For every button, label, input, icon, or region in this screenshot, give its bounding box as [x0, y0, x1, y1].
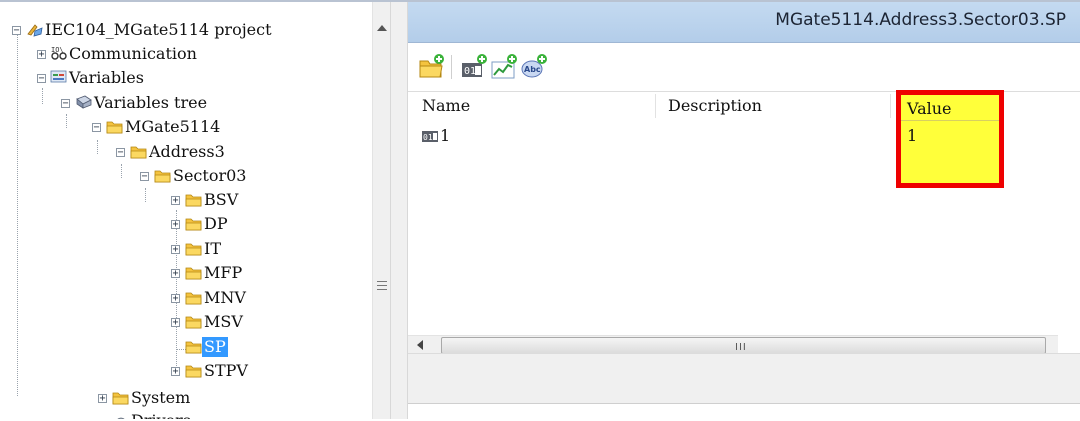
- folder-icon: [185, 243, 202, 256]
- folder-icon: [185, 218, 202, 231]
- folder-icon: [185, 194, 202, 207]
- tree-connector: [17, 26, 18, 396]
- tree-item-label: System: [131, 388, 191, 407]
- expand-toggle-icon[interactable]: +: [171, 245, 180, 255]
- tree-item-label: MSV: [204, 312, 243, 331]
- folder-icon: [154, 170, 171, 183]
- drivers-icon: [117, 417, 125, 419]
- folder-icon: [106, 121, 123, 134]
- tree-item-label-selected: SP: [202, 337, 228, 357]
- folder-icon: [185, 292, 202, 305]
- svg-text:Abc: Abc: [524, 65, 541, 74]
- panel-footer: [408, 353, 1080, 421]
- expand-toggle-icon[interactable]: +: [171, 220, 180, 230]
- panel-toolbar: 01 Abc: [408, 43, 1080, 91]
- tree-item-label: Variables tree: [94, 93, 208, 112]
- pane-splitter[interactable]: [390, 2, 408, 419]
- tree-item-label: Communication: [69, 44, 197, 63]
- scrollbar-grip-icon[interactable]: [377, 281, 387, 293]
- folder-icon: [130, 146, 147, 159]
- value-column-highlight: Value 1: [896, 90, 1004, 188]
- svg-text:01: 01: [423, 133, 433, 142]
- header-divider: [901, 120, 999, 121]
- tree-item-label: BSV: [204, 190, 239, 209]
- scrollbar-thumb[interactable]: III: [441, 337, 1046, 354]
- expand-toggle-icon[interactable]: +: [171, 269, 180, 279]
- column-header-name[interactable]: Name: [422, 92, 470, 120]
- new-text-icon[interactable]: Abc: [520, 53, 548, 81]
- tree-connector: [145, 188, 146, 202]
- collapse-toggle-icon[interactable]: −: [37, 74, 46, 84]
- folder-icon: [185, 267, 202, 280]
- tree-item-label: Sector03: [173, 166, 247, 185]
- list-horizontal-scrollbar[interactable]: III: [408, 335, 1058, 354]
- tree-connector: [97, 140, 98, 154]
- new-variable-icon[interactable]: 01: [460, 53, 488, 81]
- folder-icon: [112, 392, 129, 405]
- collapse-toggle-icon[interactable]: −: [61, 99, 70, 109]
- footer-field: [408, 403, 1080, 421]
- new-folder-icon[interactable]: [417, 53, 445, 81]
- folder-icon: [185, 365, 202, 378]
- tree-item-label: Variables: [69, 68, 144, 87]
- collapse-toggle-icon[interactable]: −: [12, 26, 21, 36]
- panel-title: MGate5114.Address3.Sector03.SP: [775, 10, 1066, 30]
- tree-item-label: Address3: [149, 142, 225, 161]
- column-divider[interactable]: [890, 94, 891, 118]
- expand-toggle-icon[interactable]: +: [98, 394, 107, 404]
- svg-text:01: 01: [464, 66, 476, 77]
- expand-toggle-icon[interactable]: +: [171, 318, 180, 328]
- column-divider[interactable]: [655, 94, 656, 118]
- new-chart-icon[interactable]: [490, 53, 518, 81]
- tree-item-label: MFP: [204, 263, 243, 282]
- tree-item-label: IT: [204, 239, 221, 258]
- row-name: 1: [440, 126, 451, 145]
- folder-icon: [185, 316, 202, 329]
- tree-item-label: MNV: [204, 288, 246, 307]
- tree-connector: [42, 88, 43, 104]
- collapse-toggle-icon[interactable]: −: [116, 148, 125, 158]
- variables-tree-icon: [76, 95, 92, 109]
- tree-item-label: IEC104_MGate5114 project: [45, 20, 272, 39]
- scroll-left-arrow-icon[interactable]: [417, 340, 423, 350]
- toolbar-separator: [451, 55, 452, 79]
- project-icon: [27, 24, 43, 37]
- panel-title-bar: MGate5114.Address3.Sector03.SP: [408, 2, 1080, 43]
- tree-connector: [66, 114, 67, 128]
- scroll-up-arrow-icon[interactable]: [377, 25, 387, 31]
- tree-item-label: STPV: [204, 361, 248, 380]
- column-header-description[interactable]: Description: [668, 92, 762, 120]
- variable-panel: MGate5114.Address3.Sector03.SP 01 Abc Na…: [408, 2, 1080, 421]
- collapse-toggle-icon[interactable]: −: [140, 172, 149, 182]
- row-value: 1: [907, 126, 918, 145]
- collapse-toggle-icon[interactable]: −: [92, 123, 101, 133]
- tree-item-label: MGate5114: [125, 117, 221, 136]
- binary-variable-icon: 01: [422, 131, 438, 142]
- expand-toggle-icon[interactable]: +: [171, 294, 180, 304]
- column-header-value[interactable]: Value: [907, 99, 952, 119]
- scrollbar-grip-icon: III: [735, 342, 747, 353]
- expand-toggle-icon[interactable]: +: [37, 50, 46, 60]
- tree-item-label: DP: [204, 214, 228, 233]
- expand-toggle-icon[interactable]: +: [171, 367, 180, 377]
- folder-icon: [185, 341, 202, 354]
- variables-icon: [50, 70, 67, 83]
- tree-vertical-scrollbar[interactable]: [372, 2, 391, 419]
- project-tree[interactable]: − IEC104_MGate5114 project + IO\ Communi…: [0, 2, 390, 419]
- expand-toggle-icon[interactable]: +: [171, 196, 180, 206]
- tree-connector: [121, 164, 122, 178]
- communication-icon: IO\: [51, 46, 67, 60]
- tree-item-label: Drivers: [129, 411, 193, 419]
